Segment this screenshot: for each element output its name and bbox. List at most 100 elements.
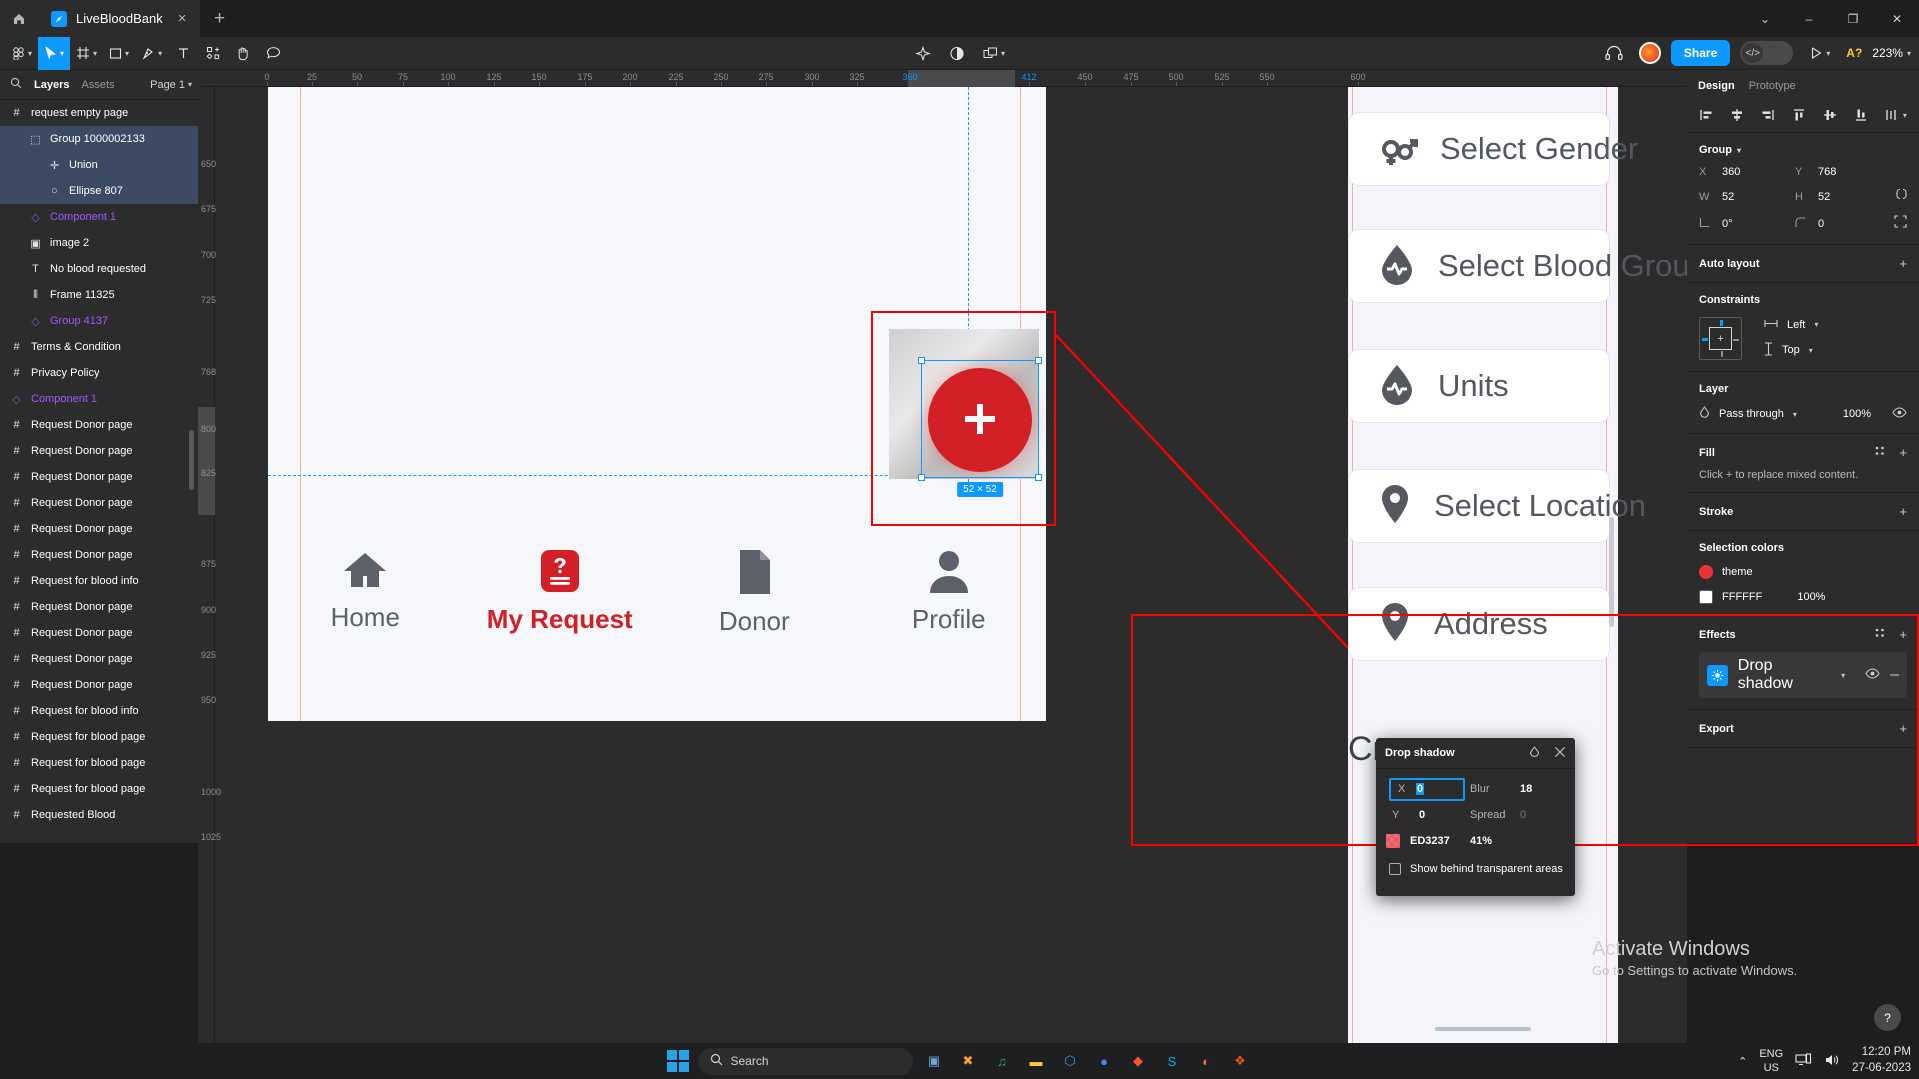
preview-row[interactable]: Select Gender	[1348, 112, 1638, 186]
styles-icon[interactable]	[1874, 627, 1886, 642]
selection-color-row-theme[interactable]: theme	[1699, 565, 1907, 579]
layer-item[interactable]: # Requested Blood	[0, 802, 198, 828]
eye-icon[interactable]	[1892, 407, 1907, 421]
share-button[interactable]: Share	[1670, 40, 1731, 66]
layer-item[interactable]: # Request Donor page	[0, 646, 198, 672]
layer-item[interactable]: # Request for blood page	[0, 776, 198, 802]
layer-item[interactable]: # Request Donor page	[0, 594, 198, 620]
search-icon[interactable]	[10, 76, 22, 94]
remove-effect-button[interactable]: –	[1890, 666, 1899, 684]
layer-item[interactable]: # Request Donor page	[0, 620, 198, 646]
figma-app-icon[interactable]: ❖	[1228, 1049, 1253, 1074]
file-tab[interactable]: LiveBloodBank ×	[37, 0, 200, 37]
drop-shadow-color-swatch[interactable]	[1386, 834, 1400, 848]
titlebar-chevron-icon[interactable]: ⌄	[1743, 0, 1787, 37]
home-icon[interactable]	[0, 0, 37, 37]
layer-item[interactable]: # Terms & Condition	[0, 334, 198, 360]
nav-item-home[interactable]: Home	[268, 530, 463, 660]
page-selector[interactable]: Page 1 ▾	[150, 79, 192, 91]
boolean-union-icon[interactable]: ▾	[976, 37, 1011, 70]
layer-item[interactable]: ◇ Component 1	[0, 204, 198, 230]
layers-scrollbar[interactable]	[189, 430, 194, 490]
hand-tool[interactable]	[228, 37, 258, 70]
pen-tool[interactable]: ▾	[135, 37, 168, 70]
actions-sparkle-icon[interactable]	[908, 37, 938, 70]
component-tool[interactable]	[198, 37, 228, 70]
layer-item[interactable]: ⬚ Group 1000002133	[0, 126, 198, 152]
nav-item-donor[interactable]: Donor	[657, 530, 852, 660]
move-tool[interactable]: ▾	[38, 36, 71, 70]
phone-scrollbar[interactable]	[1609, 517, 1614, 627]
help-icon[interactable]: ?	[1874, 1004, 1901, 1031]
align-left-icon[interactable]	[1699, 108, 1713, 122]
blend-mode-value[interactable]: Pass through	[1719, 408, 1784, 420]
skype-icon[interactable]: S	[1160, 1049, 1185, 1074]
new-tab-button[interactable]: +	[200, 0, 240, 37]
add-export-button[interactable]: +	[1899, 721, 1907, 736]
brave-icon[interactable]: ◆	[1126, 1049, 1151, 1074]
layer-item[interactable]: ▣ image 2	[0, 230, 198, 256]
resize-handle-tl[interactable]	[918, 357, 925, 364]
headphones-icon[interactable]	[1599, 37, 1629, 70]
layer-item[interactable]: # Privacy Policy	[0, 360, 198, 386]
layer-item[interactable]: # Request for blood info	[0, 698, 198, 724]
align-right-icon[interactable]	[1761, 108, 1775, 122]
taskbar-clock[interactable]: 12:20 PM 27-06-2023	[1852, 1045, 1911, 1076]
tab-prototype[interactable]: Prototype	[1749, 80, 1796, 92]
present-button[interactable]: ▾	[1803, 37, 1836, 70]
vscode-icon[interactable]: ⬡	[1058, 1049, 1083, 1074]
figma-menu-button[interactable]: ▾	[6, 37, 38, 70]
tab-layers[interactable]: Layers	[34, 79, 69, 91]
lock-aspect-ratio-icon[interactable]	[1891, 187, 1907, 206]
constraint-horizontal[interactable]: Left ▾	[1764, 319, 1818, 331]
layer-item[interactable]: ⦀ Frame 11325	[0, 282, 198, 308]
rotation-field[interactable]: 0°	[1699, 217, 1795, 231]
drop-shadow-color-cell[interactable]: ED3237	[1376, 834, 1470, 848]
text-tool[interactable]	[168, 37, 198, 70]
layer-item[interactable]: # Request for blood page	[0, 750, 198, 776]
layer-item[interactable]: # Request Donor page	[0, 490, 198, 516]
frame-tool[interactable]: ▾	[70, 37, 103, 70]
layer-item[interactable]: ○ Ellipse 807	[0, 178, 198, 204]
independent-corners-icon[interactable]	[1891, 215, 1907, 233]
layer-item[interactable]: # Request Donor page	[0, 412, 198, 438]
drop-shadow-spread-cell[interactable]: Spread 0	[1470, 809, 1570, 821]
layer-item[interactable]: # Request Donor page	[0, 464, 198, 490]
postman-icon[interactable]: ◐	[1194, 1049, 1219, 1074]
dev-mode-toggle[interactable]: </>	[1740, 41, 1794, 65]
layer-item[interactable]: # Request Donor page	[0, 438, 198, 464]
user-avatar[interactable]	[1638, 42, 1661, 64]
close-icon[interactable]	[1554, 746, 1566, 761]
effect-item-drop-shadow[interactable]: Drop shadow ▾ –	[1699, 652, 1907, 698]
minimize-button[interactable]: –	[1787, 0, 1831, 37]
preview-row[interactable]: Select Location	[1348, 469, 1646, 543]
align-bottom-icon[interactable]	[1854, 108, 1868, 122]
chrome-icon[interactable]: ●	[1092, 1049, 1117, 1074]
design-canvas[interactable]: 0 25 50 75 100 125 150 175 200 225 250 275 300 325 360…	[198, 70, 1687, 1043]
drop-shadow-opacity-cell[interactable]: 41%	[1470, 835, 1570, 847]
resize-handle-tr[interactable]	[1035, 357, 1042, 364]
assistant-badge[interactable]: A?	[1846, 46, 1862, 60]
constraint-vertical[interactable]: Top ▾	[1764, 341, 1818, 359]
layer-item[interactable]: T No blood requested	[0, 256, 198, 282]
distribute-icon[interactable]: ▾	[1885, 108, 1907, 122]
comment-tool[interactable]	[258, 37, 288, 70]
style-icon[interactable]	[1529, 745, 1540, 761]
w-field[interactable]: W 52	[1699, 191, 1795, 203]
phone-preview-frame[interactable]: Select Gender Select Blood Group Units Sele…	[1348, 87, 1687, 1043]
language-indicator[interactable]: ENG US	[1759, 1047, 1783, 1076]
layer-item[interactable]: # Request Donor page	[0, 542, 198, 568]
add-stroke-button[interactable]: +	[1899, 504, 1907, 519]
nav-item-profile[interactable]: Profile	[852, 530, 1047, 660]
layer-item[interactable]: # request empty page	[0, 100, 198, 126]
contrast-icon[interactable]	[942, 37, 972, 70]
layer-item[interactable]: ◇ Component 1	[0, 386, 198, 412]
h-field[interactable]: H 52	[1795, 191, 1891, 203]
add-auto-layout-button[interactable]: +	[1899, 256, 1907, 271]
preview-row[interactable]: Address	[1348, 587, 1610, 661]
effect-icon[interactable]	[1707, 664, 1728, 686]
drop-shadow-y-cell[interactable]: Y 0	[1376, 809, 1470, 821]
file-explorer-icon[interactable]: ▬	[1024, 1049, 1049, 1074]
layer-item[interactable]: # Request Donor page	[0, 672, 198, 698]
drop-shadow-x-input[interactable]: X 0	[1389, 777, 1465, 801]
